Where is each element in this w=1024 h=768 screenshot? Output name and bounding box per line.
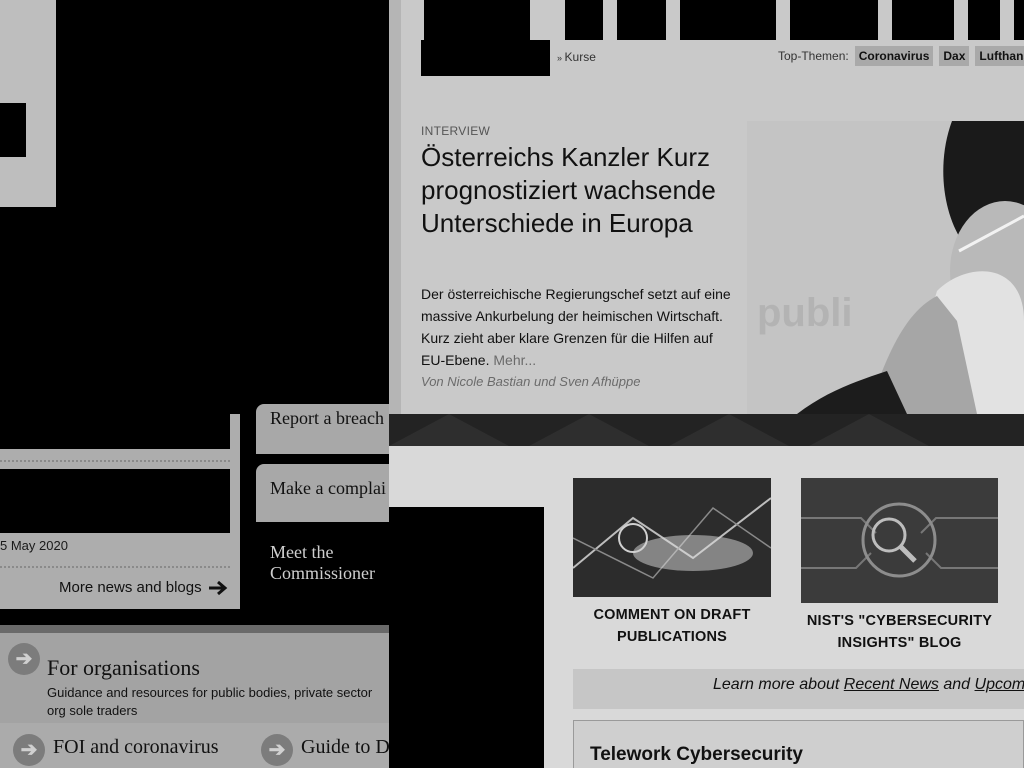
topic-chip[interactable]: Lufthansa bbox=[975, 46, 1024, 66]
more-news-label: More news and blogs bbox=[59, 579, 202, 596]
digital-network-image bbox=[573, 478, 771, 597]
caption-line: NIST'S "CYBERSECURITY bbox=[806, 613, 993, 629]
report-breach-label: Report a breach bbox=[270, 408, 384, 428]
nav-item-redacted[interactable] bbox=[424, 0, 530, 40]
arrow-circle-icon: ➔ bbox=[13, 734, 45, 766]
for-orgs-title: For organisations bbox=[47, 655, 200, 680]
learn-more-bar: Learn more about Recent News and Upcomin bbox=[573, 669, 1024, 709]
meet-line-1: Meet the bbox=[270, 542, 334, 562]
guide-link[interactable]: Guide to D bbox=[301, 736, 389, 759]
telework-section: Telework Cybersecurity bbox=[573, 720, 1024, 768]
top-topics-label: Top-Themen: bbox=[778, 49, 849, 63]
topic-chip[interactable]: Coronavirus bbox=[854, 46, 934, 66]
make-complaint-button[interactable]: Make a complai bbox=[256, 464, 389, 522]
redacted-block bbox=[389, 507, 544, 768]
news-panel: 5 May 2020 More news and blogs bbox=[0, 414, 240, 609]
nav-item-redacted[interactable] bbox=[968, 0, 1000, 40]
logo[interactable] bbox=[421, 40, 550, 76]
redacted-block bbox=[0, 103, 26, 157]
divider bbox=[0, 566, 230, 568]
svg-text:publi: publi bbox=[757, 291, 853, 335]
report-breach-button[interactable]: Report a breach bbox=[256, 404, 389, 454]
nav-item-redacted[interactable] bbox=[790, 0, 878, 40]
meet-commissioner-button[interactable]: Meet the Commissioner bbox=[256, 528, 389, 608]
caption-line: COMMENT ON DRAFT bbox=[593, 607, 751, 623]
card-image[interactable] bbox=[573, 478, 771, 597]
card-caption[interactable]: NIST'S "CYBERSECURITY INSIGHTS" BLOG bbox=[801, 610, 998, 654]
nav-item-redacted[interactable] bbox=[617, 0, 666, 40]
nav-item-redacted[interactable] bbox=[1014, 0, 1024, 40]
recent-news-link[interactable]: Recent News bbox=[844, 676, 939, 693]
person-with-mask-image: publi bbox=[747, 121, 1024, 414]
top-topics-bar: Top-Themen: Coronavirus Dax Lufthansa bbox=[778, 46, 1024, 66]
topic-chip[interactable]: Dax bbox=[939, 46, 970, 66]
article-tag: INTERVIEW bbox=[421, 124, 491, 138]
article-headline[interactable]: Österreichs Kanzler Kurz prognostiziert … bbox=[421, 141, 731, 240]
make-complaint-label: Make a complai bbox=[270, 478, 386, 498]
for-organisations-section[interactable]: ➔ For organisations Guidance and resourc… bbox=[0, 625, 389, 723]
foi-coronavirus-link[interactable]: FOI and coronavirus bbox=[53, 736, 219, 759]
learn-more-text: Learn more about bbox=[713, 676, 840, 693]
caption-line: PUBLICATIONS bbox=[616, 629, 728, 645]
card-image[interactable] bbox=[801, 478, 998, 603]
for-orgs-description: Guidance and resources for public bodies… bbox=[47, 685, 373, 718]
nav-item-redacted[interactable] bbox=[680, 0, 776, 40]
teaser-text: Der österreichische Regierungschef setzt… bbox=[421, 286, 731, 368]
divider bbox=[0, 460, 230, 462]
kurse-label: Kurse bbox=[564, 50, 596, 64]
card-caption[interactable]: COMMENT ON DRAFT PUBLICATIONS bbox=[573, 604, 771, 648]
circuit-globe-image bbox=[801, 478, 998, 603]
and-text: and bbox=[943, 676, 971, 693]
news-browser-window: » Kurse Top-Themen: Coronavirus Dax Luft… bbox=[389, 0, 1024, 414]
read-more-link[interactable]: Mehr... bbox=[493, 352, 536, 368]
article-author: Von Nicole Bastian und Sven Afhüppe bbox=[421, 374, 641, 389]
kurse-link[interactable]: » Kurse bbox=[557, 50, 596, 64]
telework-title: Telework Cybersecurity bbox=[590, 744, 803, 765]
more-news-link[interactable]: More news and blogs bbox=[59, 579, 228, 596]
article-teaser: Der österreichische Regierungschef setzt… bbox=[421, 283, 731, 371]
nav-item-redacted[interactable] bbox=[892, 0, 954, 40]
meet-line-2: Commissioner bbox=[270, 563, 376, 583]
nist-browser-window: COMMENT ON DRAFT PUBLICATIONS NIST'S "CY… bbox=[389, 414, 1024, 768]
article-photo[interactable]: publi bbox=[747, 121, 1024, 414]
pattern-graphic bbox=[389, 414, 929, 446]
bottom-links-row: ➔ FOI and coronavirus ➔ Guide to D bbox=[0, 723, 389, 768]
news-item-redacted bbox=[0, 414, 230, 449]
arrow-circle-icon: ➔ bbox=[8, 643, 40, 675]
nav-item-redacted[interactable] bbox=[565, 0, 603, 40]
upcoming-link[interactable]: Upcomin bbox=[975, 676, 1024, 693]
header-band bbox=[389, 414, 1024, 446]
news-item-redacted bbox=[0, 469, 230, 533]
window-edge bbox=[389, 0, 401, 414]
arrow-circle-icon: ➔ bbox=[261, 734, 293, 766]
caption-line: INSIGHTS" BLOG bbox=[837, 635, 962, 651]
arrow-right-icon bbox=[208, 580, 227, 595]
left-browser-window: 5 May 2020 More news and blogs Report a … bbox=[0, 0, 389, 768]
news-date: 5 May 2020 bbox=[0, 538, 68, 553]
